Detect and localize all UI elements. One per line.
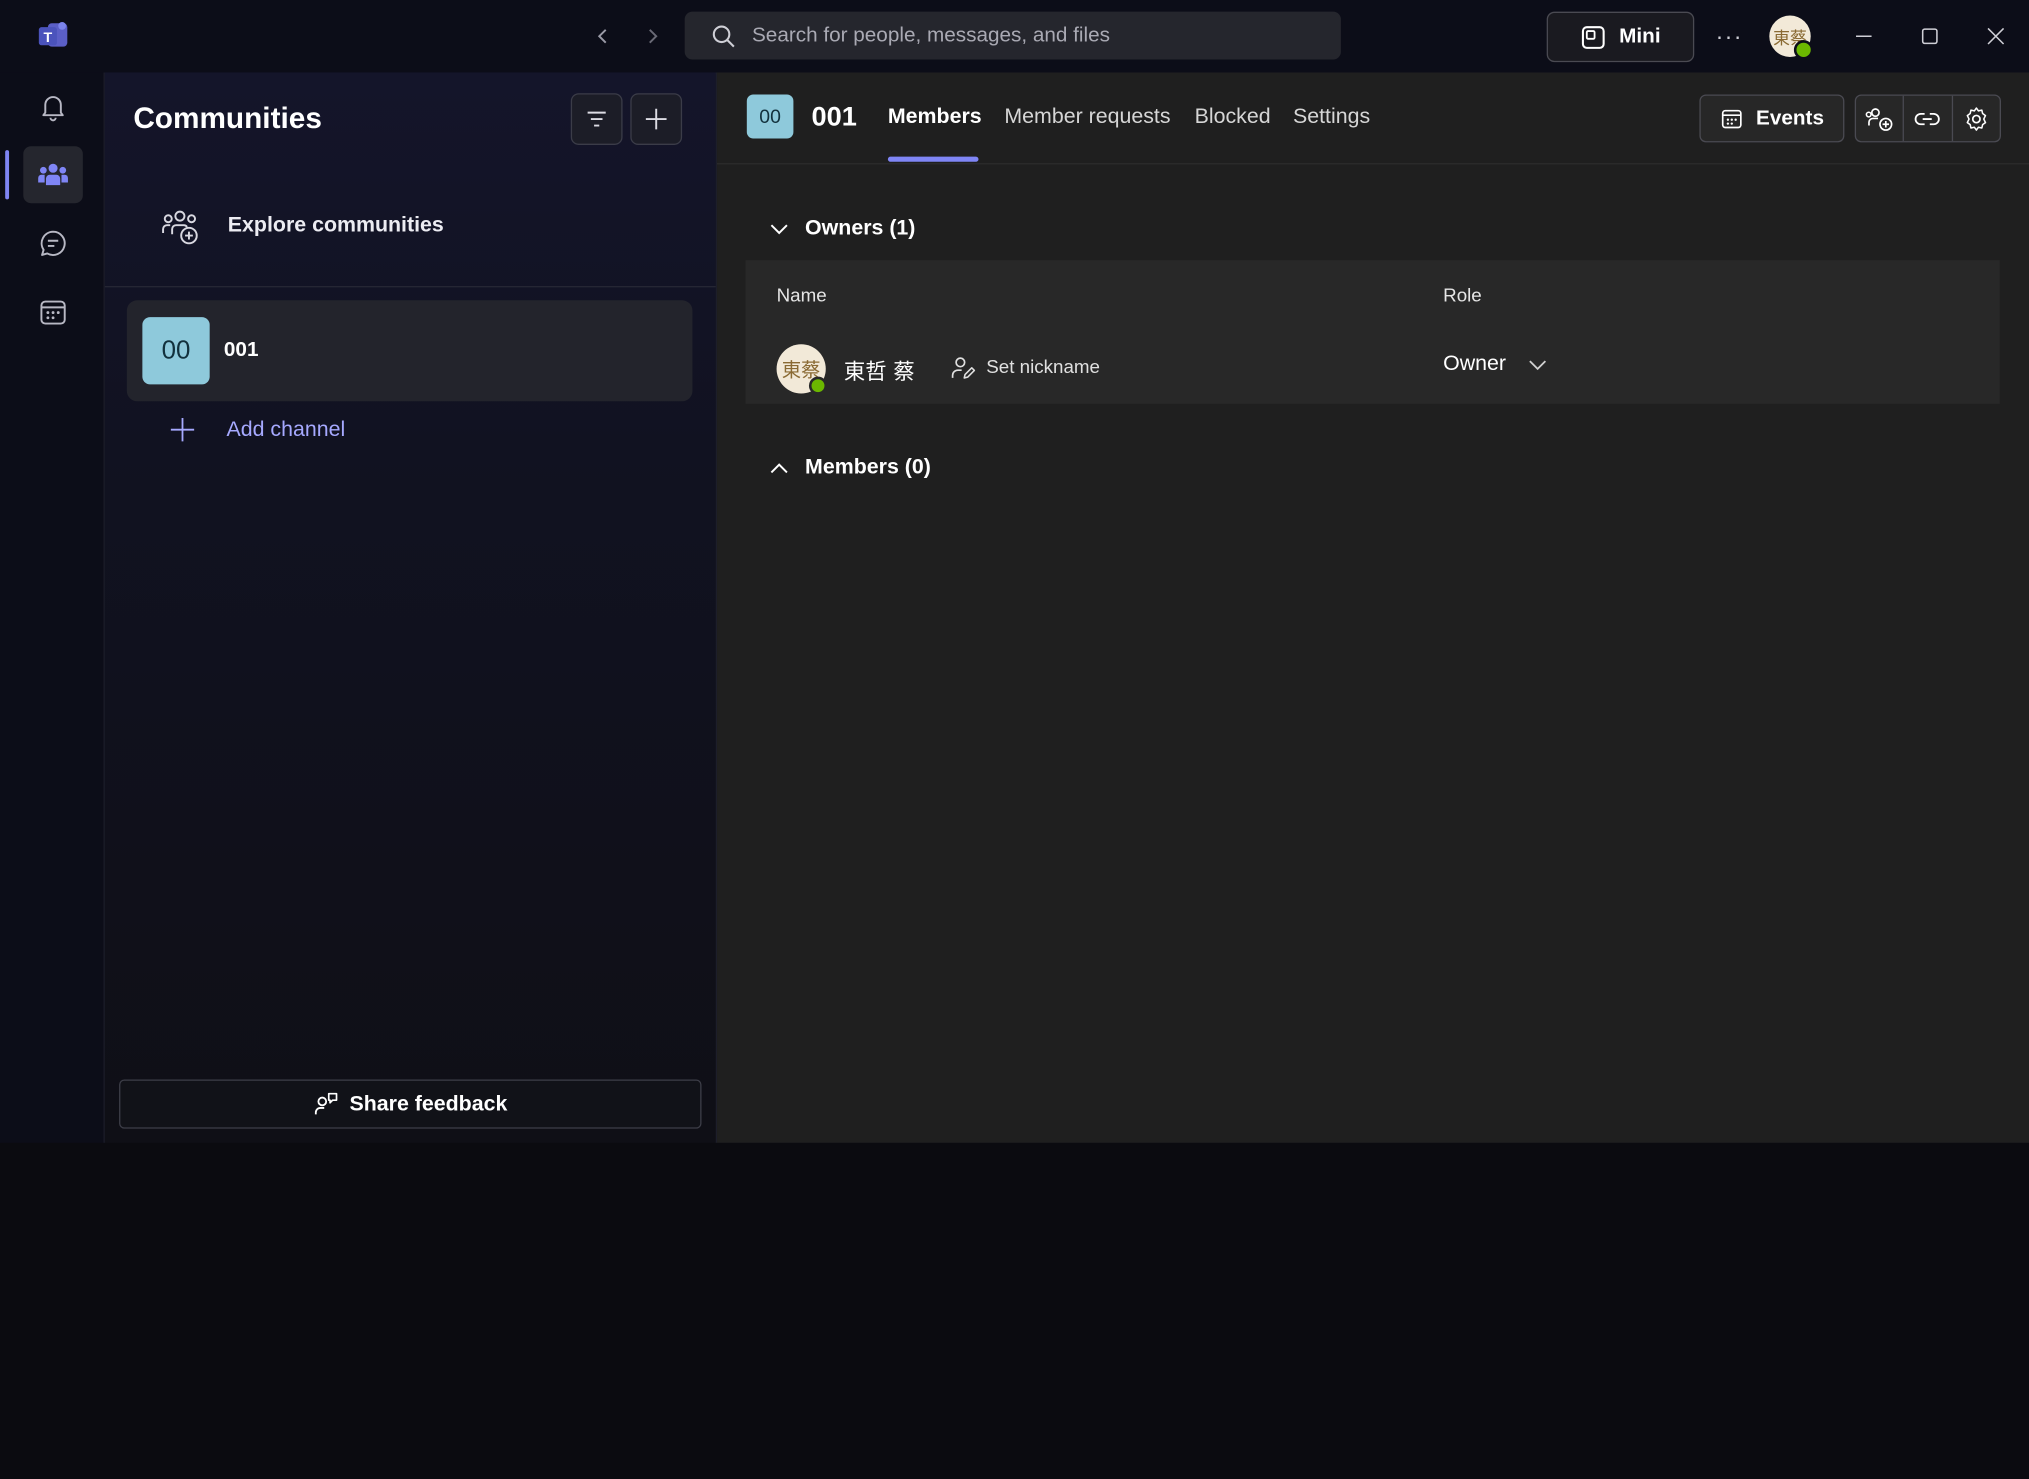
community-header: 00 001 Members Member requests Blocked S… <box>717 72 2029 165</box>
link-icon <box>1915 112 1941 125</box>
rail-item-chat[interactable] <box>23 215 83 272</box>
tab-member-requests[interactable]: Member requests <box>1004 105 1170 130</box>
rail-item-communities[interactable] <box>23 146 83 204</box>
chevron-down-icon <box>1528 359 1546 370</box>
table-row: 東蔡 東哲 蔡 Set nickname Owner <box>746 333 2000 404</box>
filter-button[interactable] <box>570 93 623 145</box>
explore-communities-label: Explore communities <box>227 213 444 237</box>
chevron-right-icon <box>649 29 658 44</box>
panel-title: Communities <box>133 100 322 135</box>
add-channel-label: Add channel <box>226 417 346 441</box>
plus-icon <box>170 418 195 442</box>
explore-communities-item[interactable]: Explore communities <box>104 176 716 288</box>
chevron-left-icon <box>597 29 607 44</box>
teams-logo-icon: T <box>38 22 68 47</box>
presence-available-icon <box>1793 40 1814 60</box>
search-box[interactable] <box>684 11 1341 60</box>
rail-item-activity[interactable] <box>23 78 83 135</box>
title-bar: T Mini ··· 東蔡 <box>0 0 2029 74</box>
copy-link-button[interactable] <box>1904 95 1953 142</box>
tab-members[interactable]: Members <box>888 105 982 130</box>
mini-label: Mini <box>1619 25 1661 48</box>
search-icon <box>712 24 735 47</box>
tab-blocked[interactable]: Blocked <box>1195 105 1271 130</box>
people-icon <box>38 163 68 186</box>
community-members-view: 00 001 Members Member requests Blocked S… <box>717 72 2029 1143</box>
close-window-button[interactable] <box>1978 18 2014 54</box>
rail-item-calendar[interactable] <box>23 283 83 340</box>
filter-icon <box>587 111 606 127</box>
community-avatar: 00 <box>142 317 210 385</box>
maximize-button[interactable] <box>1912 18 1948 54</box>
community-title: 001 <box>811 102 857 133</box>
search-input[interactable] <box>749 22 1312 49</box>
profile-avatar[interactable]: 東蔡 <box>1769 15 1814 60</box>
events-label: Events <box>1756 106 1824 129</box>
avatar[interactable]: 東蔡 <box>776 344 828 395</box>
owners-section-title: Owners (1) <box>805 216 916 240</box>
set-nickname-button[interactable]: Set nickname <box>950 355 1100 381</box>
events-button[interactable]: Events <box>1699 94 1845 143</box>
member-name: 東哲 蔡 <box>843 359 915 385</box>
communities-panel: Communities Explore communities 00 001 A… <box>104 72 718 1143</box>
add-member-button[interactable] <box>1856 95 1905 142</box>
members-section-title: Members (0) <box>805 455 931 479</box>
add-channel-button[interactable]: Add channel <box>170 417 346 443</box>
share-feedback-button[interactable]: Share feedback <box>119 1079 702 1129</box>
mini-button[interactable]: Mini <box>1546 11 1695 63</box>
community-item-001[interactable]: 00 001 <box>126 300 693 402</box>
feedback-icon <box>314 1092 338 1115</box>
svg-text:T: T <box>44 30 53 46</box>
more-options-button[interactable]: ··· <box>1711 18 1747 54</box>
close-icon <box>1987 27 2005 45</box>
owners-section-toggle[interactable]: Owners (1) <box>769 216 916 241</box>
calendar-icon <box>40 300 66 325</box>
rail-active-indicator <box>5 150 10 200</box>
members-section-toggle[interactable]: Members (0) <box>769 456 931 481</box>
person-edit-icon <box>951 357 976 379</box>
column-header-name: Name <box>776 286 827 307</box>
more-icon: ··· <box>1715 22 1743 49</box>
chat-icon <box>40 230 66 256</box>
active-tab-indicator <box>887 156 979 162</box>
set-nickname-label: Set nickname <box>986 357 1100 378</box>
explore-communities-icon <box>162 210 198 245</box>
plus-icon <box>645 108 667 130</box>
add-people-icon <box>1865 107 1893 131</box>
maximize-icon <box>1921 28 1938 45</box>
tab-settings[interactable]: Settings <box>1293 105 1370 130</box>
bell-icon <box>42 96 64 122</box>
chevron-up-icon <box>770 462 788 473</box>
share-feedback-label: Share feedback <box>349 1091 508 1116</box>
gear-icon <box>1966 106 1986 131</box>
minimize-button[interactable] <box>1846 18 1882 54</box>
new-community-button[interactable] <box>630 93 683 145</box>
role-dropdown[interactable]: Owner <box>1443 352 1547 377</box>
community-settings-button[interactable] <box>1953 96 2000 141</box>
community-tools <box>1854 94 2001 143</box>
presence-available-icon <box>808 376 828 395</box>
role-value: Owner <box>1443 352 1507 376</box>
calendar-icon <box>1721 109 1742 128</box>
owners-table: Name Role 東蔡 東哲 蔡 Set nickname Owner <box>745 260 2000 404</box>
community-avatar: 00 <box>746 94 794 139</box>
minimize-icon <box>1856 35 1872 38</box>
chevron-down-icon <box>770 223 788 234</box>
community-name: 001 <box>223 339 259 362</box>
back-button[interactable] <box>588 21 619 52</box>
forward-button[interactable] <box>637 21 668 52</box>
mini-window-icon <box>1581 25 1605 49</box>
app-rail <box>0 72 105 1143</box>
column-header-role: Role <box>1443 286 1482 307</box>
